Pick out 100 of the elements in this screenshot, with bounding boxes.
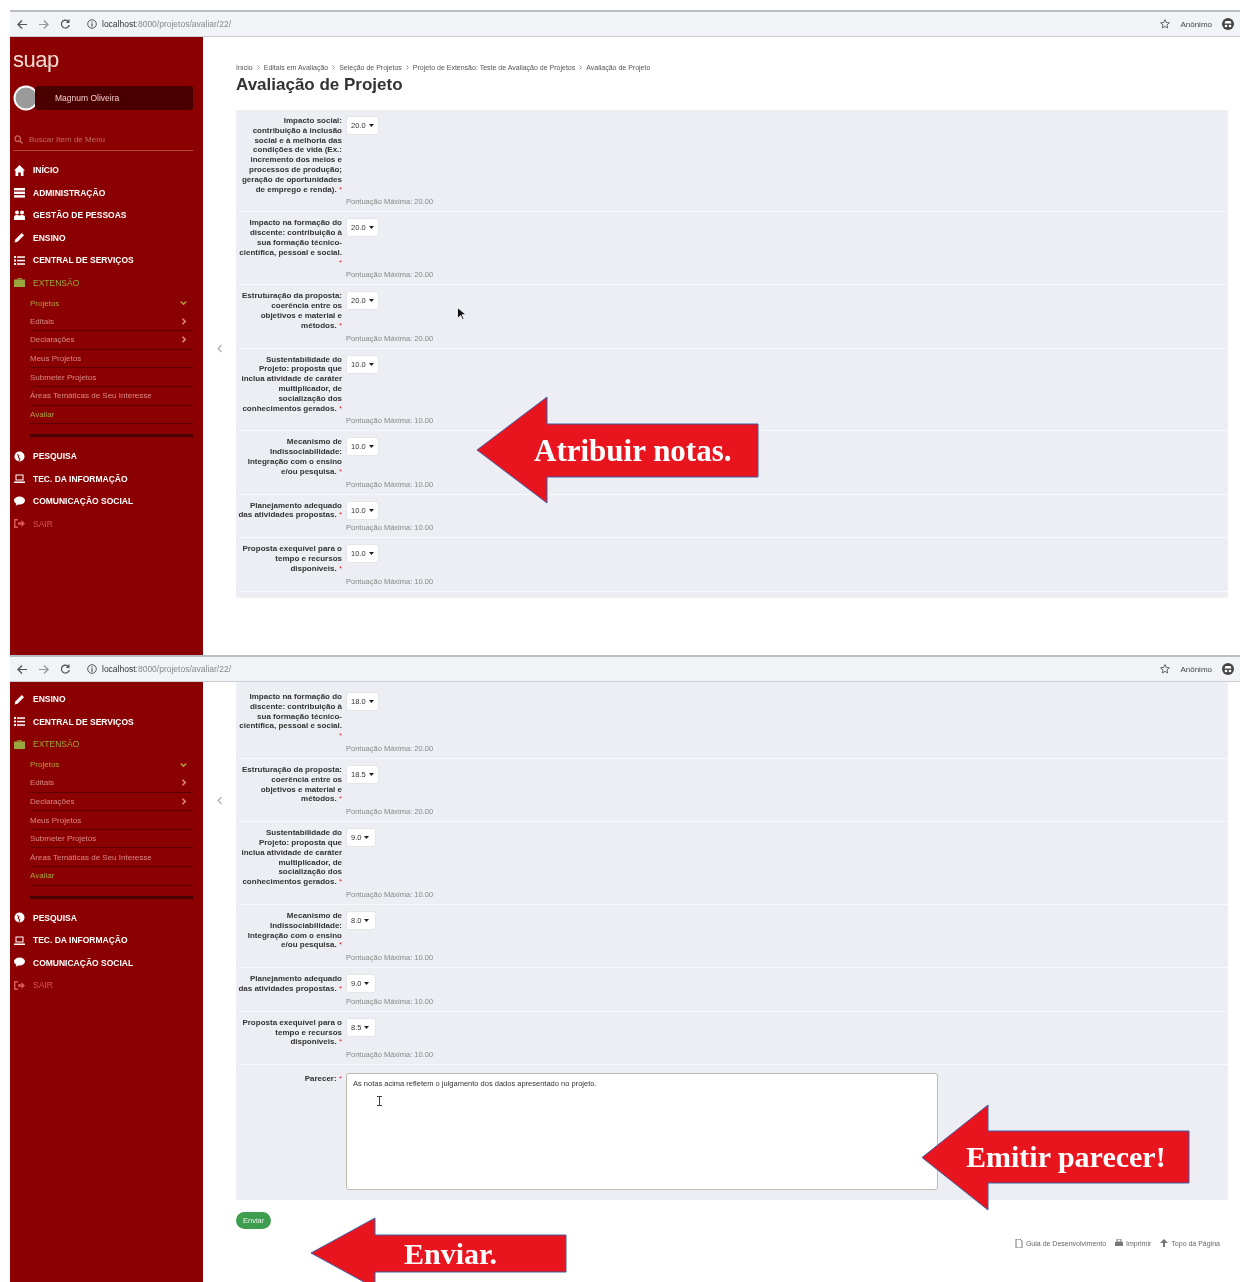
submenu-item[interactable]: Projetos <box>30 755 193 775</box>
globe-icon <box>14 912 25 924</box>
collapse-chevron-icon <box>216 344 223 353</box>
incognito-icon <box>1222 663 1234 675</box>
submenu-item[interactable]: Meus Projetos <box>30 811 193 830</box>
caret-icon <box>364 918 370 922</box>
exit-icon <box>14 518 25 530</box>
menu-item[interactable]: PESQUISA <box>13 445 193 468</box>
menu-item[interactable]: ENSINO <box>13 688 193 711</box>
menu-item[interactable]: TEC. DA INFORMAÇÃO <box>13 929 193 952</box>
back-arrow-icon <box>16 663 28 675</box>
pencil-icon <box>14 693 25 705</box>
criterion-label: Proposta exequível para o tempo e recursos disponíveis. * <box>241 544 342 574</box>
caret-icon <box>364 836 370 840</box>
collapse-chevron-icon <box>216 796 223 805</box>
submenu-item[interactable]: Declarações <box>30 792 193 812</box>
breadcrumb-separator-icon <box>332 65 336 70</box>
criterion-label: Sustentabilidade do Projeto: proposta que inclua atividade de caráter multiplicador, de socialização dos conhecimentos gerados. * <box>240 828 342 887</box>
menu-item[interactable]: COMUNICAÇÃO SOCIAL <box>13 951 193 975</box>
document-icon <box>1014 1239 1023 1249</box>
caret-icon <box>368 773 374 776</box>
breadcrumb-separator-icon <box>579 65 583 70</box>
page-title: Avaliação de Projeto <box>236 75 404 95</box>
search-icon <box>14 135 23 144</box>
menu-item[interactable]: EXTENSÃO <box>13 733 193 756</box>
caret-icon <box>364 982 370 986</box>
criterion-label: Planejamento adequado das atividades propostas. * <box>238 500 342 521</box>
forward-arrow-icon <box>38 18 50 30</box>
submenu-item[interactable]: Áreas Temáticas de Seu Interesse <box>30 386 193 406</box>
star-icon <box>1160 19 1171 29</box>
caret-icon <box>368 445 374 449</box>
laptop-icon <box>14 934 25 946</box>
menu-item[interactable]: EXTENSÃO <box>13 271 193 294</box>
caret-icon <box>368 362 374 366</box>
laptop-icon <box>14 473 25 485</box>
profile-label: Anônimo <box>1180 664 1212 674</box>
criterion-label: Impacto na formação do discente: contribuição à sua formação técnico-científica, pessoal e social. * <box>238 692 342 741</box>
caret-icon <box>368 552 374 556</box>
profile-label: Anônimo <box>1180 19 1212 29</box>
bars-icon <box>14 187 25 199</box>
criterion-label: Estruturação da proposta: coerência entre os objetivos e material e métodos. * <box>241 291 342 331</box>
submenu-item[interactable]: Avaliar <box>30 405 193 425</box>
info-icon <box>87 664 97 674</box>
menu-item[interactable]: CENTRAL DE SERVIÇOS <box>13 710 193 733</box>
caret-icon <box>368 700 374 703</box>
menu-item[interactable]: PESQUISA <box>13 906 193 930</box>
submenu-item[interactable]: Avaliar <box>30 867 193 886</box>
address-bar[interactable]: localhost:8000/projetos/avaliar/22/ <box>87 19 231 29</box>
home-icon <box>14 164 25 176</box>
breadcrumb-separator-icon <box>405 65 409 70</box>
speech-bubble-icon <box>14 495 25 507</box>
reload-icon <box>60 663 71 675</box>
up-arrow-icon <box>1160 1239 1169 1249</box>
submenu-item[interactable]: Editais <box>30 312 193 332</box>
menu-item[interactable]: ADMINISTRAÇÃO <box>13 181 193 204</box>
criterion-label: Mecanismo de Indissociabilidade: Integração com o ensino e/ou pesquisa. * <box>246 437 342 477</box>
caret-icon <box>368 226 374 230</box>
menu-item[interactable]: INÍCIO <box>13 159 193 182</box>
criterion-label: Sustentabilidade do Projeto: proposta que inclua atividade de caráter multiplicador, de socialização dos conhecimentos gerados. * <box>240 354 342 414</box>
globe-icon <box>14 450 25 462</box>
caret-icon <box>364 1025 370 1029</box>
criterion-label: Planejamento adequado das atividades propostas. * <box>238 974 342 994</box>
submenu-item[interactable]: Projetos <box>30 294 193 313</box>
menu-item[interactable]: CENTRAL DE SERVIÇOS <box>13 249 193 272</box>
submenu-item[interactable]: Meus Projetos <box>30 349 193 369</box>
user-name[interactable]: Magnum Oliveira <box>35 86 193 110</box>
opinion-label: Parecer: * <box>303 1073 342 1086</box>
submenu-item[interactable]: Submeter Projetos <box>30 368 193 387</box>
info-icon <box>87 19 97 29</box>
callout-text: Enviar. <box>404 1235 498 1272</box>
logo-text[interactable]: suap <box>13 47 193 73</box>
mouse-pointer-icon <box>457 307 466 320</box>
briefcase-icon <box>14 738 25 750</box>
text-cursor-icon <box>377 1096 382 1107</box>
exit-icon <box>14 979 25 991</box>
criterion-label: Impacto social: contribuição à inclusão social e à melhoria das condições de vida (Ex.: incremento dos meios e processos de produção; geração de oportunidades de emprego e renda). * <box>240 116 342 195</box>
forward-arrow-icon <box>38 663 50 675</box>
menu-item[interactable]: COMUNICAÇÃO SOCIAL <box>13 490 193 513</box>
people-icon <box>14 209 25 221</box>
criterion-label: Proposta exequível para o tempo e recursos disponíveis. * <box>241 1017 342 1048</box>
briefcase-icon <box>14 277 25 289</box>
address-bar[interactable]: localhost:8000/projetos/avaliar/22/ <box>87 664 231 674</box>
submenu-item[interactable]: Áreas Temáticas de Seu Interesse <box>30 848 193 868</box>
callout-text: Emitir parecer! <box>966 1139 1166 1175</box>
printer-icon <box>1115 1239 1124 1249</box>
criterion-label: Mecanismo de Indissociabilidade: Integração com o ensino e/ou pesquisa. * <box>246 910 342 951</box>
menu-item[interactable]: ENSINO <box>13 226 193 249</box>
caret-icon <box>368 124 374 127</box>
pencil-icon <box>14 232 25 244</box>
callout-text: Atribuir notas. <box>534 431 732 470</box>
submenu-item[interactable]: Editais <box>30 774 193 793</box>
criterion-label: Estruturação da proposta: coerência entre os objetivos e material e métodos. * <box>241 765 342 805</box>
submenu-item[interactable]: Declarações <box>30 331 193 350</box>
menu-item[interactable]: GESTÃO DE PESSOAS <box>13 204 193 227</box>
submenu-item[interactable]: Submeter Projetos <box>30 829 193 849</box>
incognito-icon <box>1222 18 1234 30</box>
menu-item[interactable]: TEC. DA INFORMAÇÃO <box>13 467 193 491</box>
breadcrumb-separator-icon <box>256 65 260 70</box>
criterion-label: Impacto na formação do discente: contribuição à sua formação técnico-científica, pessoal e social. * <box>238 218 342 268</box>
back-arrow-icon <box>16 18 28 30</box>
